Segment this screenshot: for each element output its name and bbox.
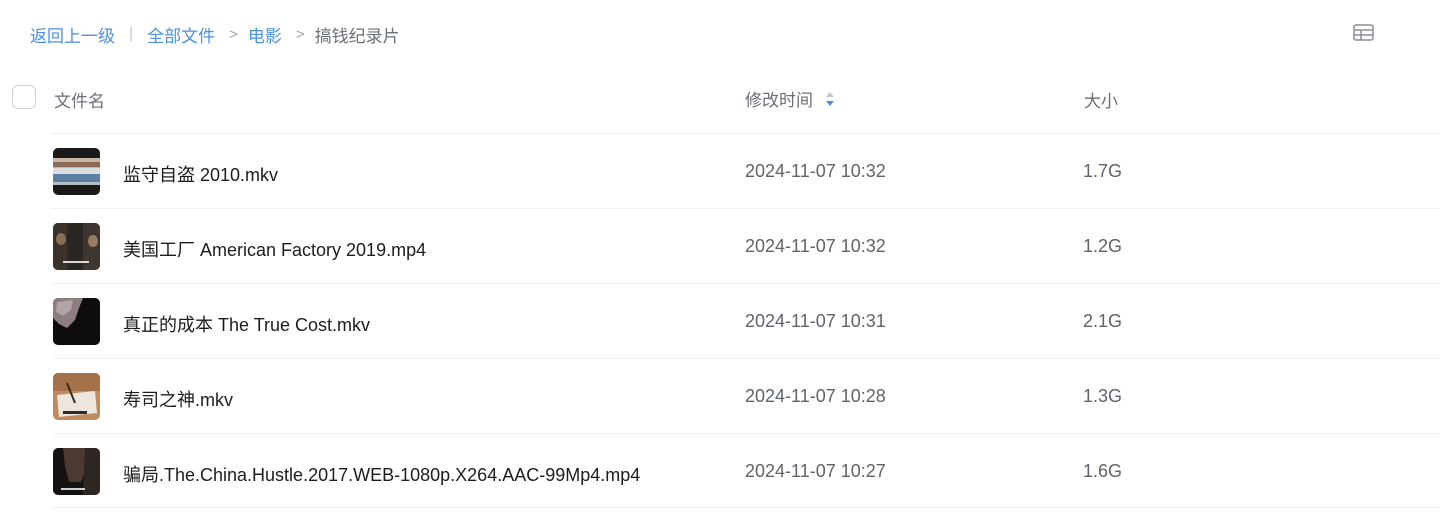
video-thumbnail (53, 148, 100, 195)
breadcrumb-all-files[interactable]: 全部文件 (147, 22, 215, 47)
breadcrumb-arrow: > (295, 25, 305, 43)
video-thumbnail (53, 448, 100, 495)
video-thumbnail (53, 298, 100, 345)
breadcrumb-current: 搞钱纪录片 (314, 26, 400, 46)
file-row[interactable]: 监守自盗 2010.mkv 2024-11-07 10:32 1.7G (52, 133, 1440, 208)
select-all-checkbox[interactable] (12, 85, 36, 109)
file-row[interactable]: 寿司之神.mkv 2024-11-07 10:28 1.3G (52, 358, 1440, 433)
file-modified: 2024-11-07 10:32 (745, 236, 886, 256)
breadcrumb-folder[interactable]: 电影 (248, 22, 282, 47)
file-row[interactable]: 美国工厂 American Factory 2019.mp4 2024-11-0… (52, 208, 1440, 283)
file-modified: 2024-11-07 10:28 (745, 386, 886, 406)
video-thumbnail (53, 223, 100, 270)
file-name: 寿司之神.mkv (123, 390, 233, 410)
file-size: 1.2G (1083, 236, 1123, 256)
file-size: 1.6G (1083, 461, 1123, 481)
column-header-size[interactable]: 大小 (1084, 87, 1118, 112)
file-modified: 2024-11-07 10:31 (745, 311, 886, 331)
file-size: 1.7G (1083, 161, 1123, 181)
file-size: 2.1G (1083, 311, 1123, 331)
column-header-modified[interactable]: 修改时间 (745, 86, 835, 111)
file-list: 监守自盗 2010.mkv 2024-11-07 10:32 1.7G 美国工厂… (52, 133, 1440, 508)
breadcrumb: 返回上一级 | 全部文件 > 电影 > 搞钱纪录片 (30, 22, 400, 46)
file-name: 真正的成本 The True Cost.mkv (123, 315, 371, 335)
breadcrumb-separator: | (129, 25, 134, 42)
file-name: 美国工厂 American Factory 2019.mp4 (123, 240, 427, 260)
file-name: 监守自盗 2010.mkv (123, 165, 279, 185)
breadcrumb-arrow: > (229, 25, 238, 43)
file-modified: 2024-11-07 10:27 (745, 461, 886, 481)
table-view-icon[interactable] (1353, 24, 1374, 41)
sort-descending-icon[interactable] (825, 89, 835, 109)
file-size: 1.3G (1083, 386, 1123, 406)
file-row[interactable]: 骗局.The.China.Hustle.2017.WEB-1080p.X264.… (52, 433, 1440, 508)
column-header-modified-label: 修改时间 (745, 91, 813, 110)
file-modified: 2024-11-07 10:32 (745, 161, 886, 181)
file-row[interactable]: 真正的成本 The True Cost.mkv 2024-11-07 10:31… (52, 283, 1440, 358)
table-header: 文件名 修改时间 大小 (0, 72, 1440, 122)
column-header-name[interactable]: 文件名 (54, 87, 105, 112)
back-button[interactable]: 返回上一级 (30, 22, 115, 47)
video-thumbnail (53, 373, 100, 420)
file-name: 骗局.The.China.Hustle.2017.WEB-1080p.X264.… (123, 465, 641, 485)
